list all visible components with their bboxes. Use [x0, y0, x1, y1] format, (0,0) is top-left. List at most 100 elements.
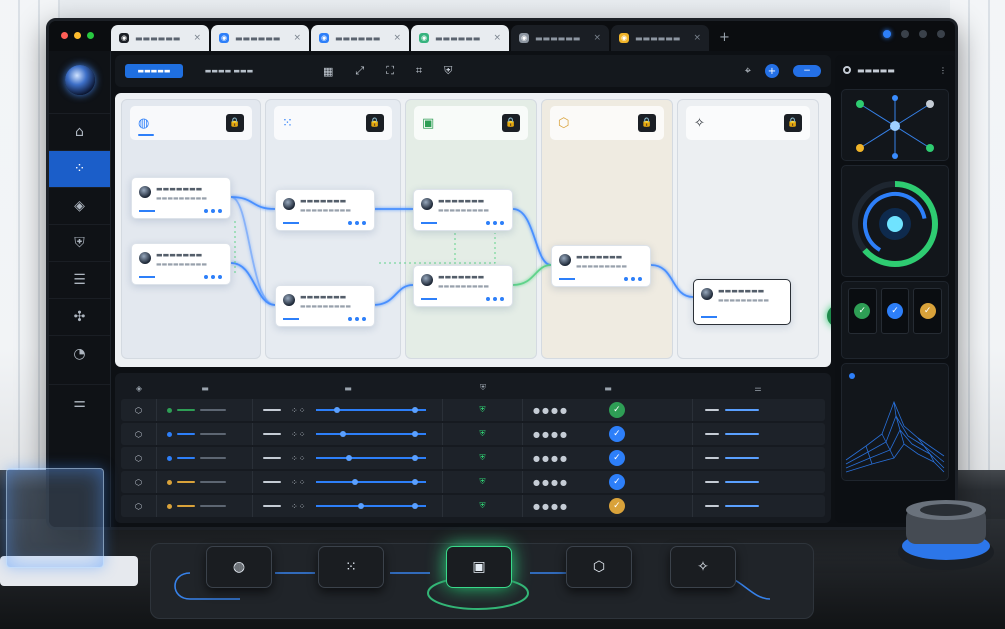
zoom-in-button[interactable]: +: [765, 64, 779, 78]
shield-header-icon[interactable]: ⛨: [443, 379, 523, 397]
tab-2[interactable]: ◉ ▬▬▬▬▬▬ ×: [311, 25, 409, 51]
tab-5[interactable]: ◉ ▬▬▬▬▬▬ ×: [611, 25, 709, 51]
name-header[interactable]: ▬: [157, 379, 253, 397]
secondary-toolbar-button[interactable]: ▬▬▬▬ ▬▬▬: [195, 64, 263, 78]
tab-favicon-icon: ◉: [119, 33, 129, 43]
radial-gauge-card[interactable]: [841, 165, 949, 277]
close-window-dot[interactable]: [61, 32, 68, 39]
progress-header[interactable]: ▬: [253, 379, 443, 397]
workflow-node[interactable]: ▬▬▬▬▬▬▬ ▬▬▬▬▬▬▬▬▬: [693, 279, 791, 325]
node-accent-bar: [139, 276, 155, 278]
terrain-card[interactable]: [841, 363, 949, 481]
new-tab-button[interactable]: +: [711, 30, 738, 51]
table-row[interactable]: ⬡ ⁘⁘ ⛨ ●●●● ✓: [121, 447, 825, 469]
more-options-icon[interactable]: ⋮: [939, 66, 947, 75]
node-title: ▬▬▬▬▬▬▬: [718, 287, 765, 295]
value-bar: [725, 481, 759, 483]
target-icon[interactable]: ⌖: [745, 64, 751, 78]
grid-view-icon[interactable]: ▦: [323, 65, 333, 78]
fit-view-icon[interactable]: ⛶: [386, 64, 394, 78]
node-subtitle: ▬▬▬▬▬▬▬▬▬: [156, 195, 208, 202]
status-line: [177, 505, 195, 507]
dots-placeholder: ●●●●: [533, 501, 569, 511]
workflow-node[interactable]: ▬▬▬▬▬▬▬ ▬▬▬▬▬▬▬▬▬: [413, 265, 513, 307]
hexagon-key[interactable]: ⬡: [566, 546, 632, 588]
node-ports[interactable]: [204, 275, 222, 279]
table-row[interactable]: ⬡ ⁘⁘ ⛨ ●●●● ✓: [121, 471, 825, 493]
grid-key[interactable]: ⁙: [318, 546, 384, 588]
status-header[interactable]: ▬: [523, 379, 693, 397]
expand-icon[interactable]: ⤢: [355, 64, 364, 78]
rail-item-network-icon[interactable]: ⁘: [49, 150, 110, 187]
node-ports[interactable]: [204, 209, 222, 213]
primary-toolbar-button[interactable]: ▬▬▬▬▬: [125, 64, 183, 78]
tab-close-icon[interactable]: ×: [593, 33, 601, 43]
rail-item-home-icon[interactable]: ⌂: [49, 113, 110, 150]
cube-header-icon[interactable]: ◈: [121, 379, 157, 397]
node-avatar-icon: [139, 252, 151, 264]
tab-close-icon[interactable]: ×: [193, 33, 201, 43]
rail-item-pie-chart-icon[interactable]: ◔: [49, 335, 110, 372]
home-icon: ⌂: [75, 124, 84, 140]
workflow-node[interactable]: ▬▬▬▬▬▬▬ ▬▬▬▬▬▬▬▬▬: [131, 177, 231, 219]
progress-track[interactable]: [316, 455, 427, 461]
node-ports[interactable]: [624, 277, 642, 281]
rail-item-layers-icon[interactable]: ◈: [49, 187, 110, 224]
status-dot[interactable]: [919, 30, 927, 38]
progress-track[interactable]: [316, 431, 427, 437]
badges-card[interactable]: ✓ ✓ ✓: [841, 281, 949, 359]
dots-placeholder: ●●●●: [533, 453, 569, 463]
minimize-window-dot[interactable]: [74, 32, 81, 39]
badge-tile-green[interactable]: ✓: [848, 288, 877, 334]
status-dot[interactable]: [937, 30, 945, 38]
progress-track[interactable]: [316, 407, 427, 413]
node-ports[interactable]: [348, 221, 366, 225]
tab-close-icon[interactable]: ×: [493, 33, 501, 43]
node-ports[interactable]: [486, 297, 504, 301]
table-row[interactable]: ⬡ ⁘⁘ ⛨ ●●●● ✓: [121, 495, 825, 517]
monitor: ◉ ▬▬▬▬▬▬ × ◉ ▬▬▬▬▬▬ × ◉ ▬▬▬▬▬▬ × ◉ ▬▬▬▬▬▬ ×…: [46, 18, 958, 530]
settings-header-icon[interactable]: ⚌: [693, 379, 823, 397]
badge-tile-blue[interactable]: ✓: [880, 288, 910, 334]
node-ports[interactable]: [348, 317, 366, 321]
app-logo[interactable]: [64, 65, 95, 95]
tab-close-icon[interactable]: ×: [693, 33, 701, 43]
tab-4[interactable]: ◉ ▬▬▬▬▬▬ ×: [511, 25, 609, 51]
chip-key[interactable]: ▣: [446, 546, 512, 588]
rail-item-graph-icon[interactable]: ✣: [49, 298, 110, 335]
progress-track[interactable]: [316, 479, 427, 485]
tab-1[interactable]: ◉ ▬▬▬▬▬▬ ×: [211, 25, 309, 51]
globe-key[interactable]: ◍: [206, 546, 272, 588]
status-dot[interactable]: [901, 30, 909, 38]
rail-item-database-icon[interactable]: ☰: [49, 261, 110, 298]
rail-item-shield-icon[interactable]: ⛨: [49, 224, 110, 261]
shield-icon[interactable]: ⛨: [444, 64, 452, 78]
rail-item-sliders-icon[interactable]: ⚌: [49, 384, 110, 421]
progress-track[interactable]: [316, 503, 427, 509]
tab-close-icon[interactable]: ×: [293, 33, 301, 43]
control-knob[interactable]: [880, 500, 998, 580]
topology-card[interactable]: [841, 89, 949, 161]
hash-icon[interactable]: ⌗: [416, 64, 422, 78]
tab-3[interactable]: ◉ ▬▬▬▬▬▬ ×: [411, 25, 509, 51]
table-row[interactable]: ⬡ ⁘⁘ ⛨ ●●●● ✓: [121, 399, 825, 421]
workflow-node[interactable]: ▬▬▬▬▬▬▬ ▬▬▬▬▬▬▬▬▬: [413, 189, 513, 231]
workflow-node[interactable]: ▬▬▬▬▬▬▬ ▬▬▬▬▬▬▬▬▬: [275, 189, 375, 231]
sparkle-key[interactable]: ✧: [670, 546, 736, 588]
status-dot-active[interactable]: [883, 30, 891, 38]
background-window-right: [950, 0, 1005, 470]
node-avatar-icon: [283, 294, 295, 306]
maximize-window-dot[interactable]: [87, 32, 94, 39]
node-ports[interactable]: [486, 221, 504, 225]
zoom-out-button[interactable]: −: [793, 65, 821, 77]
workflow-node[interactable]: ▬▬▬▬▬▬▬ ▬▬▬▬▬▬▬▬▬: [275, 285, 375, 327]
table-row[interactable]: ⬡ ⁘⁘ ⛨ ●●●● ✓: [121, 423, 825, 445]
workflow-node[interactable]: ▬▬▬▬▬▬▬ ▬▬▬▬▬▬▬▬▬: [131, 243, 231, 285]
shield-icon: ⛨: [479, 405, 486, 414]
dots-placeholder: ⁘⁘: [291, 477, 307, 487]
badge-tile-gold[interactable]: ✓: [913, 288, 943, 334]
tab-0[interactable]: ◉ ▬▬▬▬▬▬ ×: [111, 25, 209, 51]
right-panel: ▬▬▬▬▬ ⋮ ✓ ✓ ✓: [835, 55, 955, 523]
tab-close-icon[interactable]: ×: [393, 33, 401, 43]
workflow-node[interactable]: ▬▬▬▬▬▬▬ ▬▬▬▬▬▬▬▬▬: [551, 245, 651, 287]
